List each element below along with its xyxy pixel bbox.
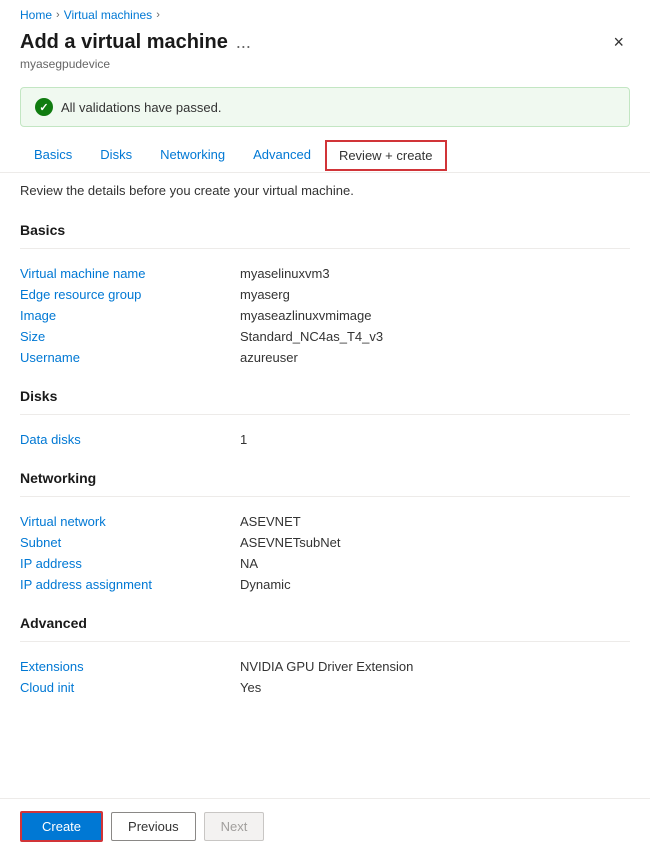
basics-section-heading: Basics	[20, 222, 630, 238]
extensions-label: Extensions	[20, 659, 240, 674]
next-button: Next	[204, 812, 265, 841]
ip-address-value: NA	[240, 556, 258, 571]
breadcrumb-sep-1: ›	[56, 9, 60, 21]
image-label: Image	[20, 308, 240, 323]
table-row: Extensions NVIDIA GPU Driver Extension	[20, 656, 630, 677]
validation-banner: All validations have passed.	[20, 87, 630, 127]
extensions-value: NVIDIA GPU Driver Extension	[240, 659, 413, 674]
footer-actions: Create Previous Next	[0, 798, 650, 854]
table-row: Size Standard_NC4as_T4_v3	[20, 326, 630, 347]
review-description: Review the details before you create you…	[0, 173, 650, 214]
subnet-label: Subnet	[20, 535, 240, 550]
size-value: Standard_NC4as_T4_v3	[240, 329, 383, 344]
validation-message: All validations have passed.	[61, 100, 221, 115]
vnet-value: ASEVNET	[240, 514, 301, 529]
tab-bar: Basics Disks Networking Advanced Review …	[0, 139, 650, 173]
table-row: Cloud init Yes	[20, 677, 630, 698]
breadcrumb-home[interactable]: Home	[20, 8, 52, 22]
options-menu-button[interactable]: ...	[236, 32, 251, 53]
cloud-init-value: Yes	[240, 680, 261, 695]
disks-divider	[20, 414, 630, 415]
size-label: Size	[20, 329, 240, 344]
edge-rg-label: Edge resource group	[20, 287, 240, 302]
table-row: Virtual machine name myaselinuxvm3	[20, 263, 630, 284]
disks-section-heading: Disks	[20, 388, 630, 404]
networking-divider	[20, 496, 630, 497]
data-disks-label: Data disks	[20, 432, 240, 447]
previous-button[interactable]: Previous	[111, 812, 196, 841]
table-row: Virtual network ASEVNET	[20, 511, 630, 532]
tab-networking[interactable]: Networking	[146, 139, 239, 172]
advanced-divider	[20, 641, 630, 642]
tab-review-create[interactable]: Review + create	[325, 140, 447, 171]
advanced-details: Extensions NVIDIA GPU Driver Extension C…	[20, 656, 630, 698]
table-row: IP address assignment Dynamic	[20, 574, 630, 595]
vm-name-label: Virtual machine name	[20, 266, 240, 281]
table-row: Username azureuser	[20, 347, 630, 368]
review-content: Basics Virtual machine name myaselinuxvm…	[0, 222, 650, 788]
ip-assignment-label: IP address assignment	[20, 577, 240, 592]
page-header: Add a virtual machine ... ×	[0, 26, 650, 57]
table-row: Image myaseazlinuxvmimage	[20, 305, 630, 326]
validation-success-icon	[35, 98, 53, 116]
table-row: Edge resource group myaserg	[20, 284, 630, 305]
create-button[interactable]: Create	[20, 811, 103, 842]
edge-rg-value: myaserg	[240, 287, 290, 302]
table-row: IP address NA	[20, 553, 630, 574]
image-value: myaseazlinuxvmimage	[240, 308, 372, 323]
disks-details: Data disks 1	[20, 429, 630, 450]
vm-name-value: myaselinuxvm3	[240, 266, 330, 281]
table-row: Subnet ASEVNETsubNet	[20, 532, 630, 553]
basics-details: Virtual machine name myaselinuxvm3 Edge …	[20, 263, 630, 368]
ip-address-label: IP address	[20, 556, 240, 571]
tab-disks[interactable]: Disks	[86, 139, 146, 172]
username-label: Username	[20, 350, 240, 365]
basics-divider	[20, 248, 630, 249]
vnet-label: Virtual network	[20, 514, 240, 529]
tab-advanced[interactable]: Advanced	[239, 139, 325, 172]
close-button[interactable]: ×	[607, 30, 630, 55]
cloud-init-label: Cloud init	[20, 680, 240, 695]
data-disks-value: 1	[240, 432, 247, 447]
networking-details: Virtual network ASEVNET Subnet ASEVNETsu…	[20, 511, 630, 595]
subnet-value: ASEVNETsubNet	[240, 535, 340, 550]
page-title: Add a virtual machine	[20, 31, 228, 54]
page-subtitle: myasegpudevice	[0, 57, 650, 79]
breadcrumb-vms[interactable]: Virtual machines	[64, 8, 153, 22]
username-value: azureuser	[240, 350, 298, 365]
tab-basics[interactable]: Basics	[20, 139, 86, 172]
ip-assignment-value: Dynamic	[240, 577, 291, 592]
breadcrumb: Home › Virtual machines ›	[0, 0, 650, 26]
table-row: Data disks 1	[20, 429, 630, 450]
breadcrumb-sep-2: ›	[156, 9, 160, 21]
networking-section-heading: Networking	[20, 470, 630, 486]
advanced-section-heading: Advanced	[20, 615, 630, 631]
